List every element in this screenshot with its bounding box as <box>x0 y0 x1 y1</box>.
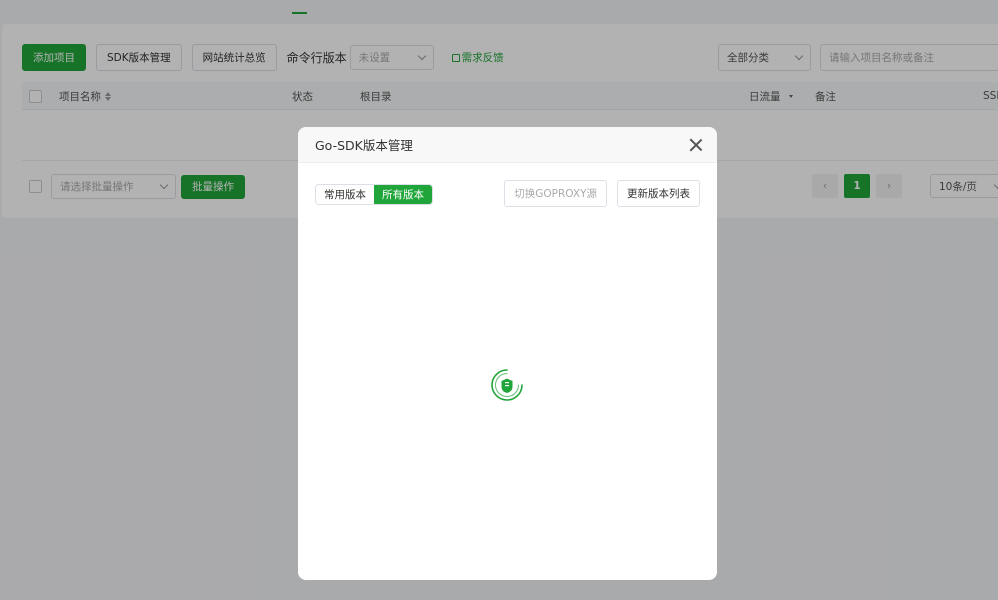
tab-all-versions[interactable]: 所有版本 <box>374 185 432 204</box>
dialog-toolbar: 常用版本 所有版本 切换GOPROXY源 更新版本列表 <box>315 180 700 207</box>
switch-goproxy-button[interactable]: 切换GOPROXY源 <box>504 180 607 207</box>
tab-common-versions[interactable]: 常用版本 <box>316 185 374 204</box>
refresh-version-list-button[interactable]: 更新版本列表 <box>617 180 700 207</box>
close-icon[interactable] <box>689 138 703 152</box>
dialog-actions: 切换GOPROXY源 更新版本列表 <box>494 180 700 207</box>
dialog-header: Go-SDK版本管理 <box>298 127 717 163</box>
version-filter-tabs: 常用版本 所有版本 <box>315 184 433 205</box>
dialog-title: Go-SDK版本管理 <box>315 138 413 153</box>
go-sdk-version-dialog: Go-SDK版本管理 常用版本 所有版本 切换GOPROXY源 更新版本列表 <box>298 127 717 580</box>
loading-spinner-icon <box>491 369 523 401</box>
